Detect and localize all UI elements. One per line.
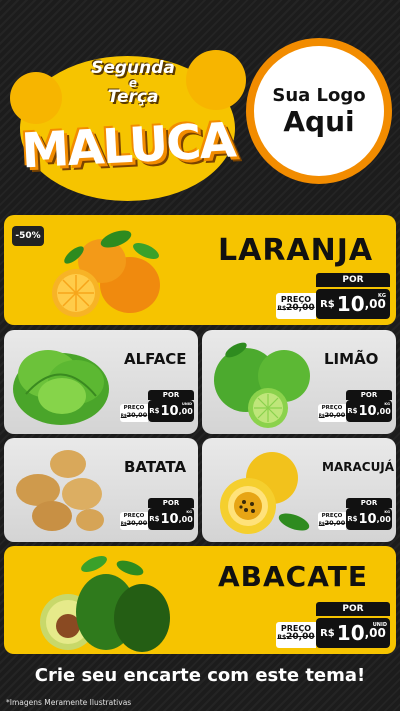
price-tag: POR R$ 10 ,00 UNID PREÇO R$20,00 [120, 390, 194, 422]
old-price: PREÇO R$20,00 [276, 622, 316, 648]
avocado-image [40, 555, 170, 652]
price-tag: POR R$ 10 ,00 KG PREÇO R$20,00 [318, 498, 392, 530]
passion-fruit-image [220, 452, 310, 534]
por-label: POR [148, 390, 194, 400]
price-tag: POR R$ 10 ,00 KG PREÇO R$20,00 [276, 273, 390, 319]
por-label: POR [346, 390, 392, 400]
product-card-laranja[interactable]: -50% LARANJA POR R$ 10 ,00 KG PREÇO R$20… [4, 215, 396, 325]
lettuce-image [13, 350, 109, 425]
price-box: R$ 10 ,00 UNID [148, 400, 194, 422]
header: Segunda e Terça MALUCA Sua Logo Aqui [0, 0, 400, 212]
product-card-maracuja[interactable]: MARACUJÁ POR R$ 10 ,00 KG PREÇO R$20,00 [202, 438, 396, 542]
logo-placeholder: Sua Logo Aqui [246, 38, 392, 184]
old-price: PREÇO R$20,00 [318, 512, 346, 530]
lime-image [214, 342, 310, 428]
price-tag: POR R$ 10 ,00 UNID PREÇO R$20,00 [276, 602, 390, 648]
old-price: PREÇO R$20,00 [276, 293, 316, 319]
product-card-limao[interactable]: LIMÃO POR R$ 10 ,00 KG PREÇO R$20,00 [202, 330, 396, 434]
logo-line1: Sua Logo [272, 84, 366, 106]
por-label: POR [346, 498, 392, 508]
burst-puff-right [186, 50, 246, 110]
title-main: MALUCA [20, 112, 236, 180]
old-price: PREÇO R$20,00 [120, 512, 148, 530]
logo-line2: Aqui [283, 104, 355, 138]
discount-badge: -50% [12, 226, 44, 246]
product-card-abacate[interactable]: ABACATE POR R$ 10 ,00 UNID PREÇO R$20,00 [4, 546, 396, 654]
product-name: BATATA [124, 458, 187, 476]
price-box: R$ 10 ,00 KG [346, 508, 392, 530]
promo-banner: Crie seu encarte com este tema! [34, 664, 366, 686]
price-box: R$ 10 ,00 KG [316, 289, 390, 319]
price-tag: POR R$ 10 ,00 KG PREÇO R$20,00 [120, 498, 194, 530]
por-label: POR [148, 498, 194, 508]
price-box: R$ 10 ,00 KG [346, 400, 392, 422]
price-box: R$ 10 ,00 KG [148, 508, 194, 530]
product-name: MARACUJÁ [322, 460, 395, 474]
product-name: ALFACE [124, 350, 187, 368]
product-name: LARANJA [218, 233, 374, 268]
old-price: PREÇO R$20,00 [120, 404, 148, 422]
title-small: Segunda e Terça [91, 58, 175, 107]
disclaimer-text: *Imagens Meramente Ilustrativas [6, 698, 132, 707]
old-price: PREÇO R$20,00 [318, 404, 346, 422]
product-name: LIMÃO [324, 350, 379, 368]
product-card-batata[interactable]: BATATA POR R$ 10 ,00 KG PREÇO R$20,00 [4, 438, 198, 542]
orange-image [52, 230, 160, 317]
price-box: R$ 10 ,00 UNID [316, 618, 390, 648]
price-tag: POR R$ 10 ,00 KG PREÇO R$20,00 [318, 390, 392, 422]
por-label: POR [316, 602, 390, 616]
product-card-alface[interactable]: ALFACE POR R$ 10 ,00 UNID PREÇO R$20,00 [4, 330, 198, 434]
por-label: POR [316, 273, 390, 287]
potato-image [16, 450, 104, 531]
product-name: ABACATE [218, 560, 368, 593]
burst-puff-left [10, 72, 62, 124]
